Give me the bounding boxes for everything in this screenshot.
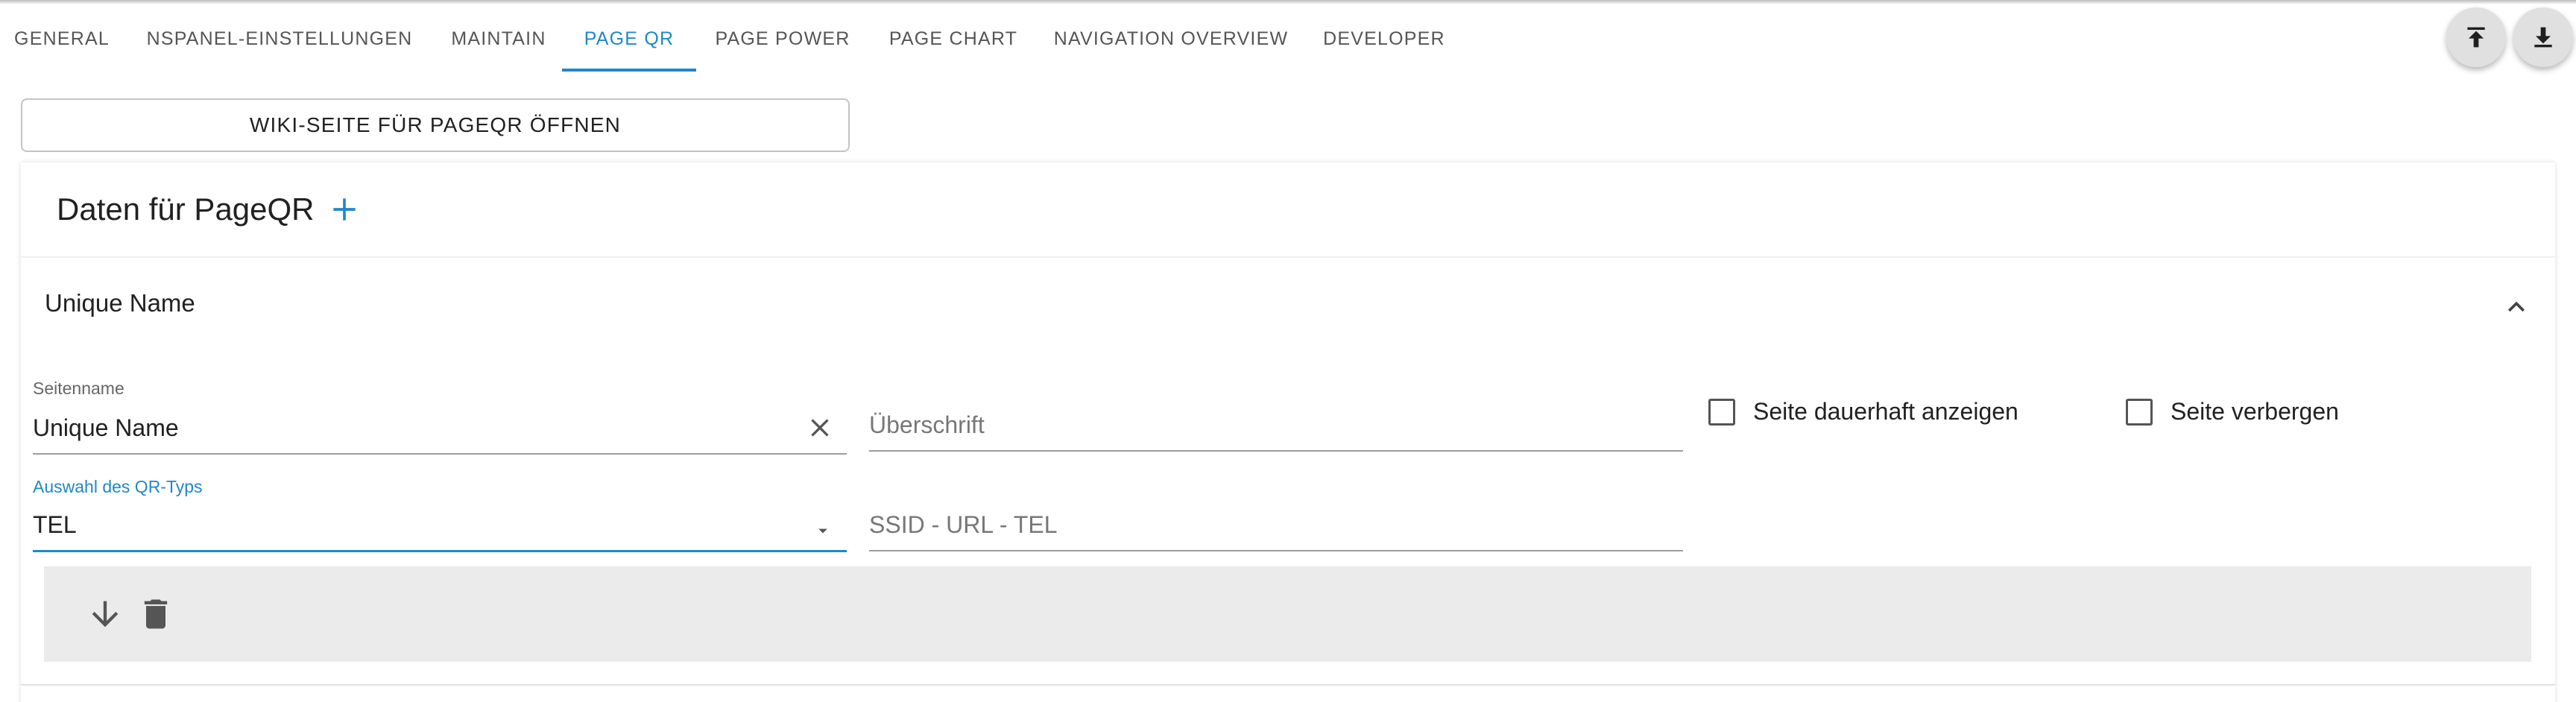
pageqr-card: Daten für PageQR Unique Name Seitenname …: [21, 162, 2555, 702]
plus-icon[interactable]: [328, 193, 361, 226]
arrow-down-icon[interactable]: [86, 595, 124, 633]
close-icon[interactable]: [805, 413, 835, 443]
tab-general[interactable]: GENERAL: [0, 6, 124, 72]
seitenname-input[interactable]: [33, 408, 847, 447]
tab-page-power[interactable]: PAGE POWER: [696, 6, 869, 72]
caret-down-icon[interactable]: [812, 520, 833, 541]
qr-type-underline: [33, 550, 847, 552]
trash-icon[interactable]: [136, 595, 175, 633]
qr-type-select[interactable]: Auswahl des QR-Typs: [33, 477, 847, 554]
qr-type-label: Auswahl des QR-Typs: [33, 477, 203, 496]
chevron-up-icon[interactable]: [2500, 291, 2533, 323]
ueberschrift-underline: [869, 450, 1683, 452]
ssid-underline: [869, 550, 1683, 551]
card-title: Daten für PageQR: [57, 192, 315, 227]
checkbox-label: Seite verbergen: [2171, 398, 2339, 425]
qr-type-value[interactable]: [33, 505, 847, 544]
checkbox-label: Seite dauerhaft anzeigen: [1753, 398, 2018, 425]
tab-page-chart[interactable]: PAGE CHART: [869, 6, 1038, 72]
accordion-title[interactable]: Unique Name: [45, 289, 195, 317]
ueberschrift-input[interactable]: [869, 405, 1683, 444]
checkbox-seite-verbergen[interactable]: Seite verbergen: [2126, 398, 2339, 426]
ssid-url-tel-field: [869, 477, 1683, 554]
seitenname-underline: [33, 453, 847, 455]
upload-button[interactable]: [2446, 7, 2506, 67]
seitenname-field: Seitenname: [33, 379, 847, 456]
accordion-actions: [44, 566, 2531, 662]
download-icon: [2534, 27, 2552, 48]
ssid-url-tel-input[interactable]: [869, 505, 1683, 544]
checkbox-box[interactable]: [1708, 398, 1735, 426]
ueberschrift-field: [869, 379, 1683, 456]
tab-developer[interactable]: DEVELOPER: [1304, 6, 1464, 72]
wiki-pageqr-button[interactable]: WIKI-SEITE FÜR PAGEQR ÖFFNEN: [21, 98, 850, 152]
card-header: Daten für PageQR: [21, 162, 2555, 258]
tab-bar: GENERAL NSPANEL-EINSTELLUNGEN MAINTAIN P…: [0, 6, 2576, 72]
tab-maintain[interactable]: MAINTAIN: [435, 6, 562, 72]
top-shadow: [0, 0, 2576, 4]
download-button[interactable]: [2513, 7, 2573, 67]
checkbox-box[interactable]: [2126, 398, 2153, 426]
seitenname-label: Seitenname: [33, 379, 124, 398]
tab-nspanel-einstellungen[interactable]: NSPANEL-EINSTELLUNGEN: [124, 6, 435, 72]
checkbox-seite-dauerhaft[interactable]: Seite dauerhaft anzeigen: [1708, 398, 2018, 426]
tab-navigation-overview[interactable]: NAVIGATION OVERVIEW: [1038, 6, 1304, 72]
card-bottom-border: [21, 684, 2555, 686]
upload-icon: [2467, 27, 2485, 48]
tab-page-qr[interactable]: PAGE QR: [562, 6, 696, 72]
